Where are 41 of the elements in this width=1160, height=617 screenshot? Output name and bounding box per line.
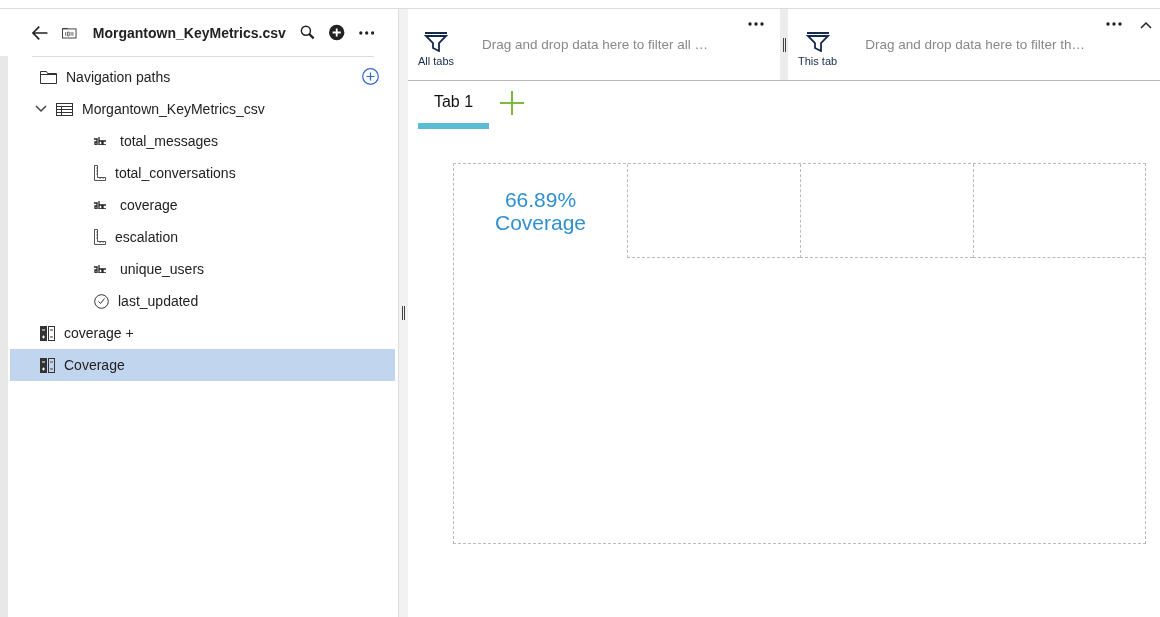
tree-item[interactable]: last_updated [10, 285, 395, 317]
ruler-icon [94, 229, 106, 245]
filter-drop-zone[interactable]: All tabs Drag and drop data here to filter all … [408, 9, 780, 80]
tree-item[interactable]: coverage [10, 189, 395, 221]
filter-button[interactable]: All tabs [418, 22, 455, 67]
filter-drop-zone[interactable]: This tab Drag and drop data here to filter th… [788, 9, 1160, 80]
tree-item[interactable]: total_messages [10, 125, 395, 157]
source-title: Morgantown_KeyMetrics.csv [92, 24, 286, 41]
tree-item[interactable]: total_conversations [10, 157, 395, 189]
tree-item[interactable]: Coverage [10, 349, 395, 381]
collapse-icon[interactable] [1140, 21, 1152, 29]
filter-button[interactable]: This tab [798, 22, 838, 67]
tree-item[interactable]: coverage + [10, 317, 395, 349]
drop-hint: Drag and drop data here to filter th… [865, 37, 1086, 52]
folder-icon [40, 70, 57, 84]
tree-item[interactable]: unique_users [10, 253, 395, 285]
more-icon[interactable] [1106, 22, 1122, 26]
tree-item[interactable]: Morgantown_KeyMetrics_csv [10, 93, 395, 125]
ruler-icon [94, 165, 106, 181]
tab[interactable]: Tab 1 [418, 81, 489, 129]
kpi-label: Coverage [494, 211, 587, 235]
table-icon [56, 102, 73, 116]
more-icon[interactable] [748, 22, 764, 26]
tree-item[interactable]: escalation [10, 221, 395, 253]
filter-icon [805, 32, 830, 52]
splitter-handle[interactable] [402, 306, 405, 320]
back-arrow-icon[interactable] [32, 24, 49, 41]
filter-icon [424, 32, 449, 52]
calculation-icon [40, 325, 55, 341]
file-icon [62, 26, 77, 39]
kpi-value: 66.89% [504, 187, 577, 211]
more-icon[interactable] [358, 30, 374, 35]
calculation-icon [40, 357, 55, 373]
splitter-handle[interactable] [782, 37, 786, 52]
clock-icon [94, 293, 109, 309]
kpi-widget[interactable]: 66.89% Coverage [454, 164, 627, 258]
chevron-icon[interactable] [35, 105, 47, 113]
search-icon[interactable] [299, 24, 316, 41]
drop-hint: Drag and drop data here to filter all … [482, 37, 708, 52]
tree-item[interactable]: Navigation paths [10, 61, 395, 93]
add-icon[interactable] [329, 24, 345, 41]
